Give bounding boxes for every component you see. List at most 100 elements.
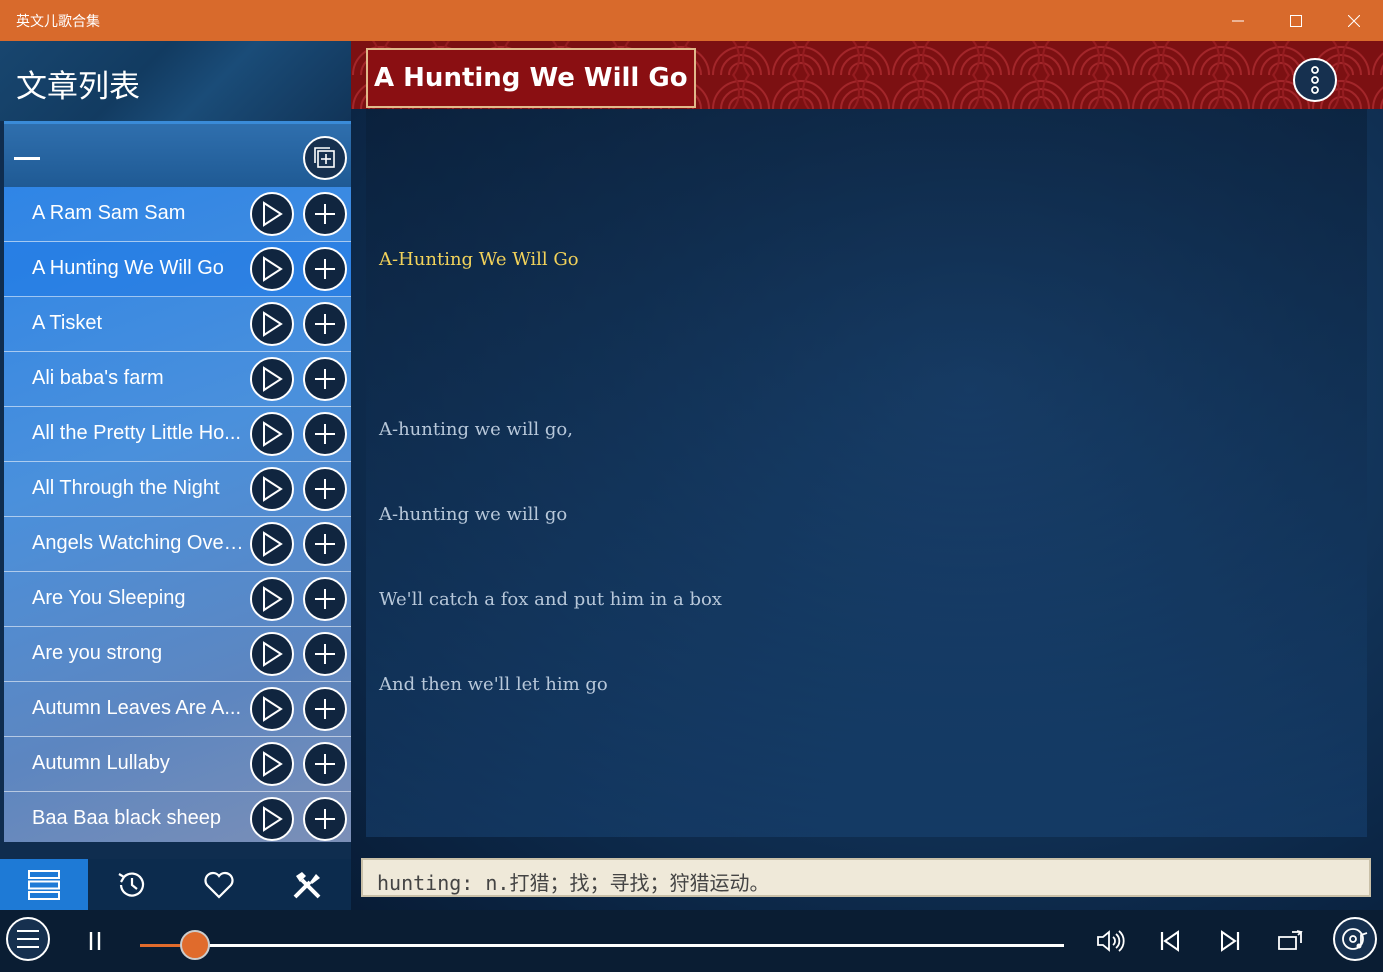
tab-list[interactable]: [0, 859, 88, 910]
more-options-button[interactable]: [1293, 58, 1337, 102]
play-song-button[interactable]: [250, 412, 294, 456]
song-title-label: A Tisket: [32, 312, 103, 334]
play-icon: [263, 806, 283, 832]
add-song-button[interactable]: [303, 192, 347, 236]
close-button[interactable]: [1325, 0, 1383, 41]
minimize-icon: [1232, 20, 1244, 21]
plus-icon: [315, 314, 335, 334]
add-song-button[interactable]: [303, 412, 347, 456]
play-song-button[interactable]: [250, 467, 294, 511]
volume-icon: [1097, 930, 1125, 952]
plus-icon: [315, 534, 335, 554]
sidebar-title: 文章列表: [16, 69, 140, 105]
song-row[interactable]: Are you strong: [4, 627, 351, 682]
plus-icon: [315, 699, 335, 719]
play-icon: [263, 751, 283, 777]
add-song-button[interactable]: [303, 357, 347, 401]
player-bar: [0, 910, 1383, 972]
minimize-button[interactable]: [1209, 0, 1267, 41]
song-row[interactable]: A Hunting We Will Go: [4, 242, 351, 297]
song-title: A Hunting We Will Go: [374, 63, 688, 93]
progress-thumb[interactable]: [180, 930, 211, 960]
play-icon: [263, 641, 283, 667]
now-playing-button[interactable]: [1333, 917, 1377, 961]
maximize-button[interactable]: [1267, 0, 1325, 41]
add-song-button[interactable]: [303, 797, 347, 841]
current-lyric-line[interactable]: A-Hunting We Will Go: [379, 249, 579, 270]
song-title-label: Are you strong: [32, 642, 163, 664]
add-song-button[interactable]: [303, 522, 347, 566]
song-title-label: Baa Baa black sheep: [32, 807, 222, 829]
tab-tools[interactable]: [263, 859, 351, 910]
play-icon: [263, 256, 283, 282]
song-row[interactable]: All Through the Night: [4, 462, 351, 517]
add-song-button[interactable]: [303, 467, 347, 511]
collapse-icon[interactable]: [14, 157, 40, 160]
repeat-mode-button[interactable]: [1275, 926, 1305, 956]
tab-favorites[interactable]: [176, 859, 264, 910]
play-song-button[interactable]: [250, 247, 294, 291]
repeat-icon: [1278, 930, 1303, 950]
lyric-line[interactable]: And then we'll let him go: [379, 674, 608, 695]
pause-button[interactable]: [80, 926, 110, 956]
song-row[interactable]: Autumn Leaves Are A...: [4, 682, 351, 737]
next-icon: [1221, 930, 1240, 952]
add-song-button[interactable]: [303, 742, 347, 786]
progress-slider[interactable]: [140, 930, 1064, 960]
add-song-button[interactable]: [303, 577, 347, 621]
tools-icon: [293, 871, 321, 898]
plus-icon: [315, 479, 335, 499]
play-song-button[interactable]: [250, 577, 294, 621]
sidebar: 文章列表 A Ram Sam Sam A Hunting We Will Go A …: [0, 41, 351, 910]
play-song-button[interactable]: [250, 357, 294, 401]
song-title-label: Angels Watching Over...: [32, 532, 244, 554]
heart-icon: [204, 871, 234, 899]
song-row[interactable]: A Ram Sam Sam: [4, 187, 351, 242]
song-row[interactable]: All the Pretty Little Ho...: [4, 407, 351, 462]
play-song-button[interactable]: [250, 192, 294, 236]
add-to-playlist-icon: [314, 147, 335, 168]
song-title-label: Are You Sleeping: [32, 587, 186, 609]
play-song-button[interactable]: [250, 742, 294, 786]
play-song-button[interactable]: [250, 522, 294, 566]
play-song-button[interactable]: [250, 797, 294, 841]
song-row[interactable]: Autumn Lullaby: [4, 737, 351, 792]
add-playlist-button[interactable]: [303, 136, 347, 180]
song-row[interactable]: Ali baba's farm: [4, 352, 351, 407]
play-song-button[interactable]: [250, 687, 294, 731]
song-title-label: Ali baba's farm: [32, 367, 164, 389]
plus-icon: [315, 259, 335, 279]
previous-button[interactable]: [1155, 926, 1185, 956]
song-row[interactable]: Angels Watching Over...: [4, 517, 351, 572]
play-icon: [263, 476, 283, 502]
title-bar: 英文儿歌合集: [0, 0, 1383, 41]
window-controls: [1209, 0, 1383, 41]
add-song-button[interactable]: [303, 302, 347, 346]
plus-icon: [315, 754, 335, 774]
next-button[interactable]: [1215, 926, 1245, 956]
tab-history[interactable]: [88, 859, 176, 910]
music-disc-icon: [1342, 928, 1368, 950]
more-vertical-icon: [1311, 66, 1319, 94]
play-icon: [263, 531, 283, 557]
play-song-button[interactable]: [250, 632, 294, 676]
play-song-button[interactable]: [250, 302, 294, 346]
play-icon: [263, 586, 283, 612]
song-row[interactable]: Baa Baa black sheep: [4, 792, 351, 842]
song-row[interactable]: Are You Sleeping: [4, 572, 351, 627]
song-row[interactable]: A Tisket: [4, 297, 351, 352]
play-icon: [263, 311, 283, 337]
lyric-line[interactable]: A-hunting we will go: [379, 504, 567, 525]
lyric-line[interactable]: A-hunting we will go,: [379, 419, 573, 440]
menu-button[interactable]: [6, 917, 50, 961]
song-title-label: A Ram Sam Sam: [32, 202, 186, 224]
add-song-button[interactable]: [303, 247, 347, 291]
play-icon: [263, 696, 283, 722]
main-panel: A Hunting We Will Go A-Hunting We Will G…: [351, 41, 1383, 910]
app-title: 英文儿歌合集: [16, 13, 100, 30]
lyric-line[interactable]: We'll catch a fox and put him in a box: [379, 589, 722, 610]
dictionary-bar: hunting: n.打猎；找；寻找；狩猎运动。: [361, 858, 1371, 897]
add-song-button[interactable]: [303, 632, 347, 676]
add-song-button[interactable]: [303, 687, 347, 731]
volume-button[interactable]: [1095, 926, 1125, 956]
